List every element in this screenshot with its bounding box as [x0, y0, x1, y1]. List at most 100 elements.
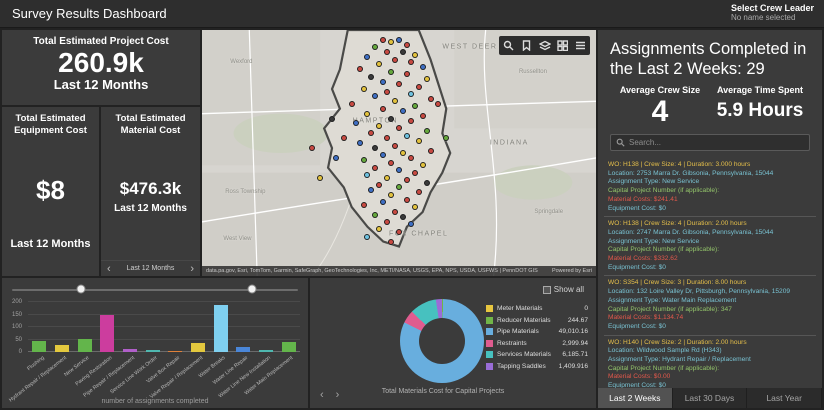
map-point[interactable] [388, 238, 395, 245]
map-point[interactable] [368, 73, 375, 80]
legend-row[interactable]: Reducer Materials 244.67 [486, 315, 588, 327]
donut-chart[interactable] [400, 299, 484, 383]
map-point[interactable] [380, 36, 387, 43]
bookmark-icon[interactable] [518, 37, 535, 54]
map-point[interactable] [407, 90, 414, 97]
map-panel[interactable]: WEST DEER Wexford Russellton HAMPTON INDIANA… [202, 30, 596, 276]
map-point[interactable] [427, 147, 434, 154]
map-point[interactable] [415, 189, 422, 196]
map-point[interactable] [407, 154, 414, 161]
map-point[interactable] [396, 184, 402, 191]
map-point[interactable] [376, 122, 383, 129]
map-point[interactable] [411, 103, 418, 110]
map-point[interactable] [399, 213, 406, 220]
map-point[interactable] [364, 172, 371, 179]
map-point[interactable] [348, 100, 355, 107]
donut-pager-prev-icon[interactable]: ‹ [320, 390, 324, 401]
map-point[interactable] [384, 174, 391, 181]
work-order-item[interactable]: WO: H138 | Crew Size: 4 | Duration: 3.00… [604, 158, 816, 218]
map-point[interactable] [372, 164, 379, 171]
basemap-icon[interactable] [554, 37, 571, 54]
bar[interactable] [259, 349, 274, 352]
map-point[interactable] [372, 44, 379, 51]
map-point[interactable] [368, 130, 375, 137]
map-point[interactable] [411, 51, 418, 58]
map-point[interactable] [380, 78, 387, 85]
work-order-item[interactable]: WO: S354 | Crew Size: 3 | Duration: 8.00… [604, 276, 816, 336]
tab-last-2-weeks[interactable]: Last 2 Weeks [598, 388, 673, 408]
map-point[interactable] [376, 226, 383, 233]
map-point[interactable] [411, 169, 418, 176]
map-point[interactable] [360, 201, 367, 208]
show-all-toggle[interactable]: Show all [542, 285, 584, 294]
map-point[interactable] [356, 66, 363, 73]
map-point[interactable] [403, 132, 410, 139]
map-point[interactable] [364, 233, 371, 240]
map-point[interactable] [388, 68, 395, 75]
show-all-checkbox[interactable] [542, 285, 551, 294]
search-box[interactable] [610, 134, 810, 152]
map-point[interactable] [399, 150, 406, 156]
map-point[interactable] [403, 177, 410, 184]
map-point[interactable] [396, 125, 402, 132]
map-point[interactable] [332, 154, 339, 161]
legend-row[interactable]: Restraints 2,999.94 [486, 338, 588, 350]
map-point[interactable] [364, 110, 371, 117]
legend-icon[interactable] [572, 37, 589, 54]
map-point[interactable] [403, 41, 410, 48]
map-point[interactable] [396, 228, 402, 235]
map-point[interactable] [423, 127, 430, 134]
bar[interactable] [123, 349, 138, 352]
tab-last-30-days[interactable]: Last 30 Days [673, 388, 748, 408]
map-point[interactable] [399, 108, 406, 115]
map-point[interactable] [392, 142, 399, 149]
map-point[interactable] [403, 71, 410, 78]
map-point[interactable] [384, 49, 391, 56]
map-point[interactable] [392, 56, 399, 63]
map-point[interactable] [388, 39, 395, 46]
map-point[interactable] [380, 152, 387, 159]
legend-row[interactable]: Services Materials 6,185.71 [486, 349, 588, 361]
work-order-list[interactable]: WO: H138 | Crew Size: 4 | Duration: 3.00… [604, 158, 816, 388]
map-point[interactable] [411, 204, 418, 211]
legend-row[interactable]: Meter Materials 0 [486, 303, 588, 315]
pager-next-icon[interactable]: › [190, 262, 194, 276]
map-point[interactable] [380, 105, 387, 112]
map-point[interactable] [352, 120, 359, 127]
bar[interactable] [100, 315, 115, 352]
map-point[interactable] [423, 76, 430, 83]
bar[interactable] [54, 345, 70, 352]
map-point[interactable] [329, 115, 336, 122]
bar[interactable] [32, 340, 47, 352]
bar[interactable] [145, 350, 160, 352]
map-point[interactable] [384, 88, 391, 95]
map-point[interactable] [388, 159, 395, 166]
bar[interactable] [213, 305, 228, 352]
map-point[interactable] [384, 218, 391, 225]
map-point[interactable] [372, 93, 379, 100]
map-point[interactable] [368, 186, 375, 193]
donut-pager-next-icon[interactable]: › [336, 390, 340, 401]
search-icon[interactable] [500, 37, 517, 54]
map-point[interactable] [399, 49, 406, 56]
map-point[interactable] [396, 36, 402, 43]
map-point[interactable] [376, 181, 383, 188]
map-point[interactable] [388, 115, 395, 122]
slider-handle[interactable] [247, 284, 257, 294]
map-point[interactable] [415, 83, 422, 90]
work-order-item[interactable]: WO: H140 | Crew Size: 2 | Duration: 2.00… [604, 336, 816, 388]
map-point[interactable] [443, 135, 450, 142]
layers-icon[interactable] [536, 37, 553, 54]
map-point[interactable] [435, 100, 442, 107]
tab-last-year[interactable]: Last Year [747, 388, 823, 408]
map-point[interactable] [407, 58, 414, 65]
map-point[interactable] [392, 209, 399, 216]
map-point[interactable] [372, 145, 379, 152]
legend-row[interactable]: Pipe Materials 49,010.16 [486, 326, 588, 338]
map-point[interactable] [407, 118, 414, 125]
bar[interactable] [168, 350, 183, 352]
map-point[interactable] [317, 174, 324, 181]
map-point[interactable] [388, 191, 395, 198]
map-point[interactable] [419, 162, 426, 169]
work-order-item[interactable]: WO: H138 | Crew Size: 4 | Duration: 2.00… [604, 217, 816, 277]
